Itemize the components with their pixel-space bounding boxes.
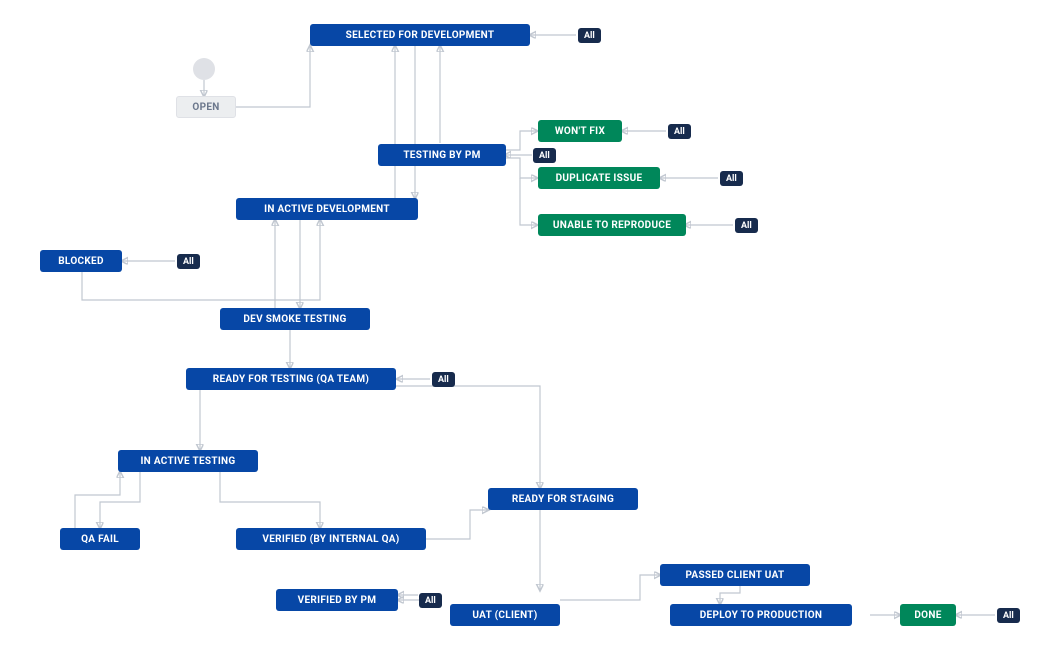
node-label: VERIFIED BY PM <box>298 595 377 606</box>
node-unable-to-reproduce[interactable]: UNABLE TO REPRODUCE <box>538 214 686 236</box>
node-label: SELECTED FOR DEVELOPMENT <box>346 30 495 41</box>
node-label: IN ACTIVE DEVELOPMENT <box>264 204 390 215</box>
node-label: TESTING BY PM <box>403 150 480 161</box>
badge-all[interactable]: All <box>735 218 758 233</box>
badge-all[interactable]: All <box>177 254 200 269</box>
node-label: DEPLOY TO PRODUCTION <box>700 610 823 621</box>
node-in-active-testing[interactable]: IN ACTIVE TESTING <box>118 450 258 472</box>
node-label: UAT (CLIENT) <box>472 610 537 621</box>
node-label: VERIFIED (BY INTERNAL QA) <box>262 534 399 545</box>
node-passed-client-uat[interactable]: PASSED CLIENT UAT <box>660 564 810 586</box>
node-deploy-to-production[interactable]: DEPLOY TO PRODUCTION <box>670 604 852 626</box>
badge-all[interactable]: All <box>997 608 1020 623</box>
node-testing-by-pm[interactable]: TESTING BY PM <box>378 144 506 166</box>
node-label: READY FOR TESTING (QA TEAM) <box>213 374 369 385</box>
node-in-active-development[interactable]: IN ACTIVE DEVELOPMENT <box>236 198 418 220</box>
node-open[interactable]: OPEN <box>176 96 236 118</box>
badge-all[interactable]: All <box>578 28 601 43</box>
node-label: UNABLE TO REPRODUCE <box>553 220 671 231</box>
node-verified-by-internal-qa[interactable]: VERIFIED (BY INTERNAL QA) <box>236 528 426 550</box>
node-label: WON'T FIX <box>555 126 605 137</box>
node-label: READY FOR STAGING <box>512 494 614 505</box>
node-label: BLOCKED <box>58 256 104 267</box>
node-dev-smoke-testing[interactable]: DEV SMOKE TESTING <box>220 308 370 330</box>
badge-all[interactable]: All <box>432 372 455 387</box>
node-label: IN ACTIVE TESTING <box>140 456 235 467</box>
node-qa-fail[interactable]: QA FAIL <box>60 528 140 550</box>
badge-all[interactable]: All <box>668 124 691 139</box>
node-wont-fix[interactable]: WON'T FIX <box>538 120 622 142</box>
node-label: QA FAIL <box>81 534 119 545</box>
node-done[interactable]: DONE <box>900 604 956 626</box>
node-label: OPEN <box>192 102 219 113</box>
node-uat-client[interactable]: UAT (CLIENT) <box>450 604 560 626</box>
node-label: PASSED CLIENT UAT <box>685 570 784 581</box>
node-ready-for-staging[interactable]: READY FOR STAGING <box>488 488 638 510</box>
node-ready-for-testing-qa[interactable]: READY FOR TESTING (QA TEAM) <box>186 368 396 390</box>
node-label: DEV SMOKE TESTING <box>243 314 346 325</box>
node-label: DUPLICATE ISSUE <box>556 173 643 184</box>
badge-all[interactable]: All <box>419 593 442 608</box>
workflow-canvas: SELECTED FOR DEVELOPMENT All OPEN TESTIN… <box>0 0 1044 648</box>
node-selected-for-development[interactable]: SELECTED FOR DEVELOPMENT <box>310 24 530 46</box>
node-label: DONE <box>914 610 941 621</box>
workflow-start-node <box>193 58 215 80</box>
badge-all[interactable]: All <box>720 171 743 186</box>
workflow-edges <box>0 0 1044 648</box>
node-verified-by-pm[interactable]: VERIFIED BY PM <box>276 589 398 611</box>
node-blocked[interactable]: BLOCKED <box>40 250 122 272</box>
badge-all[interactable]: All <box>533 148 556 163</box>
node-duplicate-issue[interactable]: DUPLICATE ISSUE <box>538 167 660 189</box>
